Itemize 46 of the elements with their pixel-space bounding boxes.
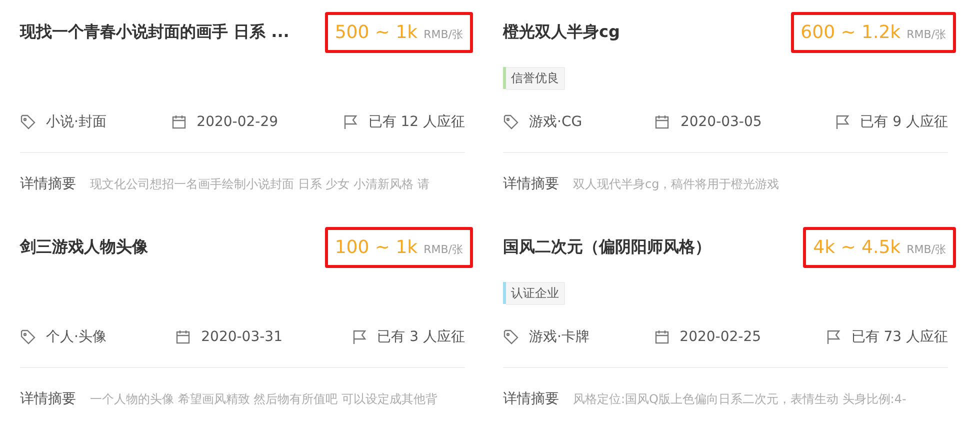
category-text: 个人·头像 — [46, 328, 106, 346]
job-title[interactable]: 剑三游戏人物头像 — [20, 236, 148, 258]
summary-text: 现文化公司想招一名画手绘制小说封面 日系 少女 小清新风格 请 — [90, 176, 430, 192]
price-range: 4k ~ 4.5k — [813, 236, 901, 258]
applicants-text: 已有 9 人应征 — [860, 113, 948, 131]
category-text: 游戏·卡牌 — [529, 328, 590, 346]
price-range: 600 ~ 1.2k — [800, 22, 901, 42]
calendar-icon — [175, 329, 192, 345]
credential-tag: 信誉优良 — [506, 66, 565, 90]
summary-label: 详情摘要 — [20, 175, 76, 193]
summary-text: 一个人物的头像 希望画风精致 然后物有所值吧 可以设定成其他背 — [90, 390, 438, 408]
tag-icon — [20, 114, 36, 130]
price-range: 500 ~ 1k — [334, 22, 418, 42]
flag-icon — [351, 329, 368, 345]
price-unit: RMB/张 — [424, 26, 463, 42]
category-text: 游戏·CG — [529, 113, 582, 131]
summary-text: 双人现代半身cg，稿件将用于橙光游戏 — [573, 176, 780, 192]
calendar-icon — [170, 114, 187, 130]
date-text: 2020-03-31 — [201, 329, 282, 345]
calendar-icon — [654, 329, 670, 345]
price-unit: RMB/张 — [906, 242, 946, 256]
category-text: 小说·封面 — [46, 113, 106, 131]
flag-icon — [834, 114, 850, 130]
tag-icon — [20, 329, 36, 345]
date-text: 2020-02-25 — [680, 329, 762, 345]
tag-icon — [503, 114, 519, 130]
calendar-icon — [654, 114, 670, 130]
summary-label: 详情摘要 — [503, 175, 559, 193]
job-title[interactable]: 橙光双人半身cg — [503, 22, 620, 42]
date-text: 2020-03-05 — [680, 114, 762, 130]
price-range: 100 ~ 1k — [334, 236, 418, 258]
credential-tag: 认证企业 — [506, 282, 565, 304]
job-title[interactable]: 现找一个青春小说封面的画手 日系 ... — [20, 22, 290, 42]
flag-icon — [825, 329, 842, 345]
applicants-text: 已有 73 人应征 — [851, 328, 948, 346]
job-title[interactable]: 国风二次元（偏阴阳师风格） — [503, 236, 711, 258]
applicants-text: 已有 12 人应征 — [368, 113, 465, 131]
tag-icon — [503, 329, 519, 345]
date-text: 2020-02-29 — [196, 114, 278, 130]
price-unit: RMB/张 — [424, 242, 463, 256]
applicants-text: 已有 3 人应征 — [377, 328, 465, 346]
flag-icon — [342, 114, 358, 130]
price-unit: RMB/张 — [906, 26, 946, 42]
summary-label: 详情摘要 — [503, 390, 559, 408]
summary-text: 风格定位:国风Q版上色偏向日系二次元，表情生动 头身比例:4- — [573, 390, 906, 408]
summary-label: 详情摘要 — [20, 390, 76, 408]
